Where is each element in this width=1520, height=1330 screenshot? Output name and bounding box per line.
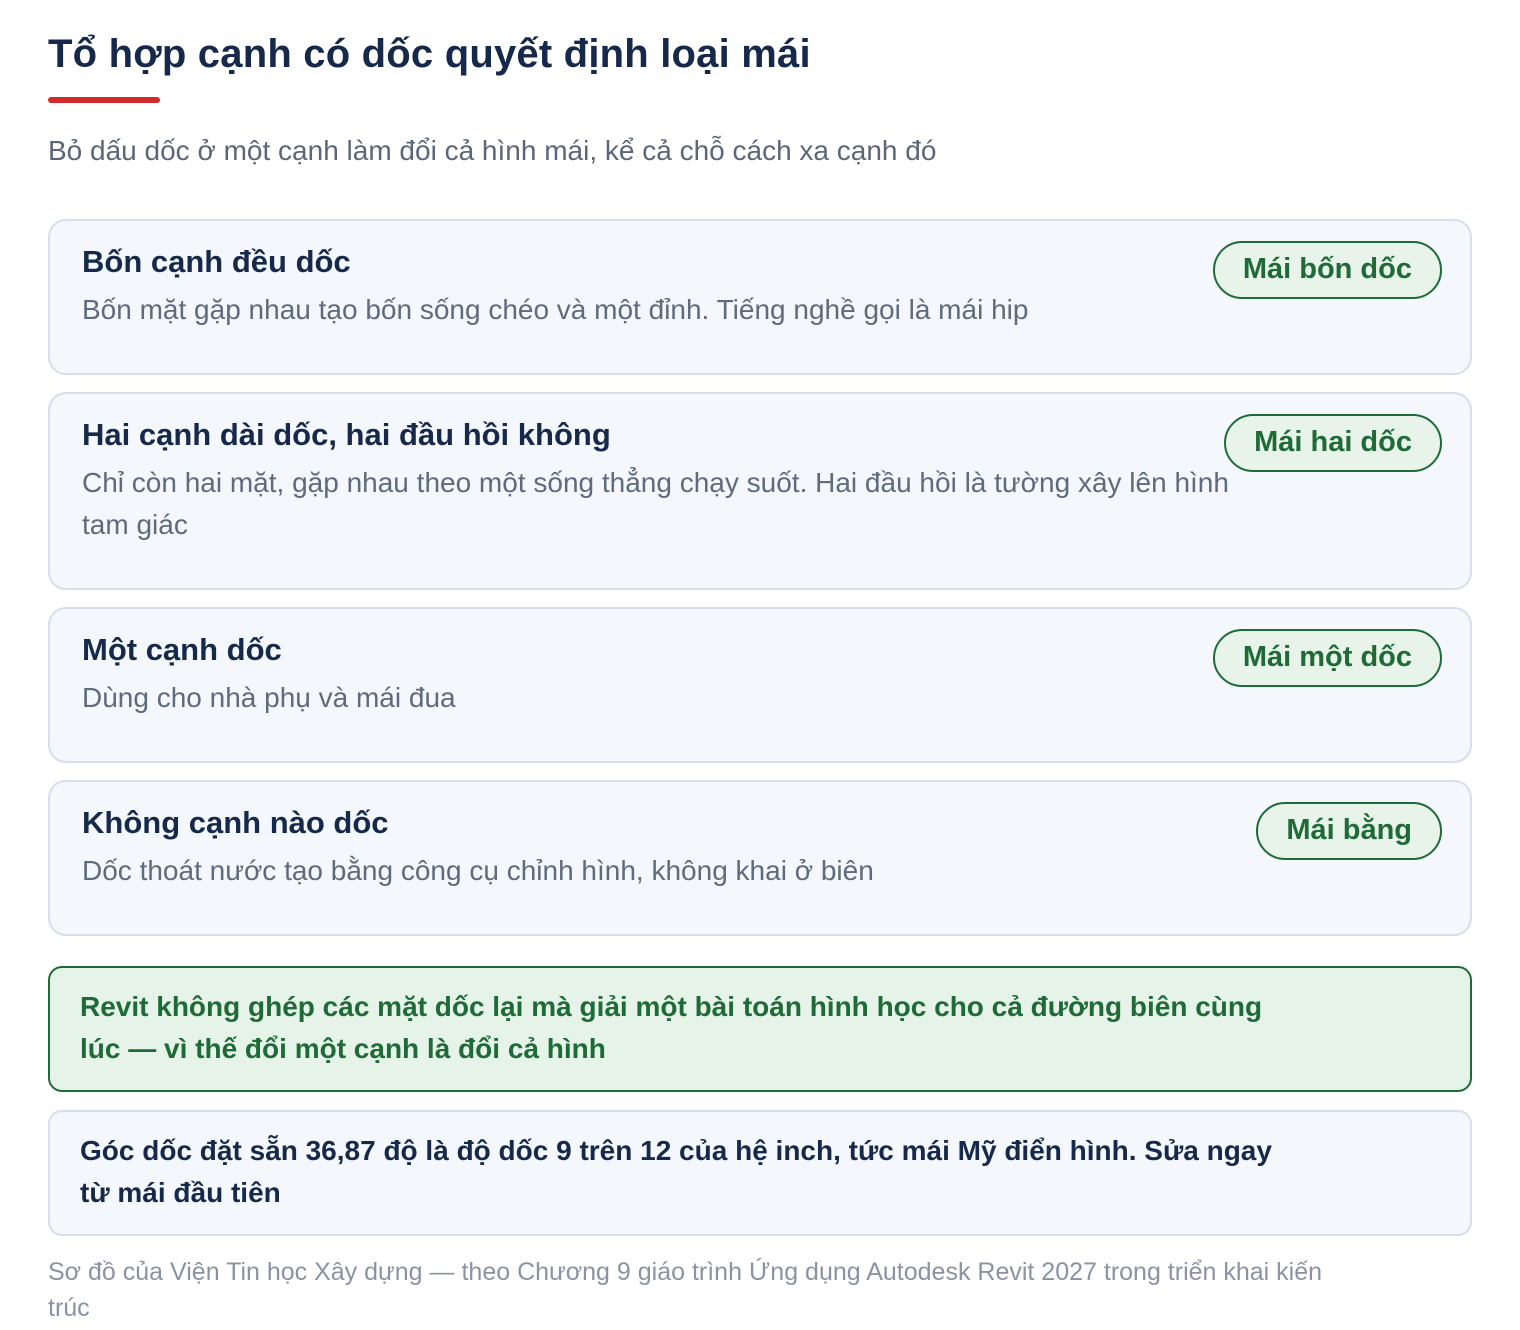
card-title: Một cạnh dốc [82, 632, 282, 667]
info-note: Góc dốc đặt sẵn 36,87 độ là độ dốc 9 trê… [48, 1110, 1472, 1236]
title-underline [48, 97, 160, 103]
card-shed-roof: Một cạnh dốc Dùng cho nhà phụ và mái đua… [48, 607, 1472, 763]
roof-type-badge: Mái bằng [1256, 802, 1442, 860]
card-title: Bốn cạnh đều dốc [82, 244, 351, 279]
roof-type-badge: Mái hai dốc [1224, 414, 1442, 472]
card-description: Chỉ còn hai mặt, gặp nhau theo một sống … [82, 467, 1229, 540]
page-title: Tổ hợp cạnh có dốc quyết định loại mái [48, 32, 811, 76]
card-description: Dùng cho nhà phụ và mái đua [82, 682, 456, 713]
roof-type-cards: Bốn cạnh đều dốc Bốn mặt gặp nhau tạo bố… [48, 219, 1472, 936]
card-title: Hai cạnh dài dốc, hai đầu hồi không [82, 417, 611, 452]
page-subtitle: Bỏ dấu dốc ở một cạnh làm đổi cả hình má… [48, 135, 937, 166]
card-description: Dốc thoát nước tạo bằng công cụ chỉnh hì… [82, 855, 874, 886]
card-description: Bốn mặt gặp nhau tạo bốn sống chéo và mộ… [82, 294, 1029, 325]
card-title: Không cạnh nào dốc [82, 805, 389, 840]
source-footer: Sơ đồ của Viện Tin học Xây dựng — theo C… [48, 1258, 1323, 1322]
page: Tổ hợp cạnh có dốc quyết định loại mái B… [48, 28, 1472, 1326]
highlight-note: Revit không ghép các mặt dốc lại mà giải… [48, 966, 1472, 1092]
card-hip-roof: Bốn cạnh đều dốc Bốn mặt gặp nhau tạo bố… [48, 219, 1472, 375]
roof-type-badge: Mái bốn dốc [1212, 241, 1442, 299]
roof-type-badge: Mái một dốc [1212, 629, 1442, 687]
card-gable-roof: Hai cạnh dài dốc, hai đầu hồi không Chỉ … [48, 392, 1472, 590]
card-flat-roof: Không cạnh nào dốc Dốc thoát nước tạo bằ… [48, 780, 1472, 936]
